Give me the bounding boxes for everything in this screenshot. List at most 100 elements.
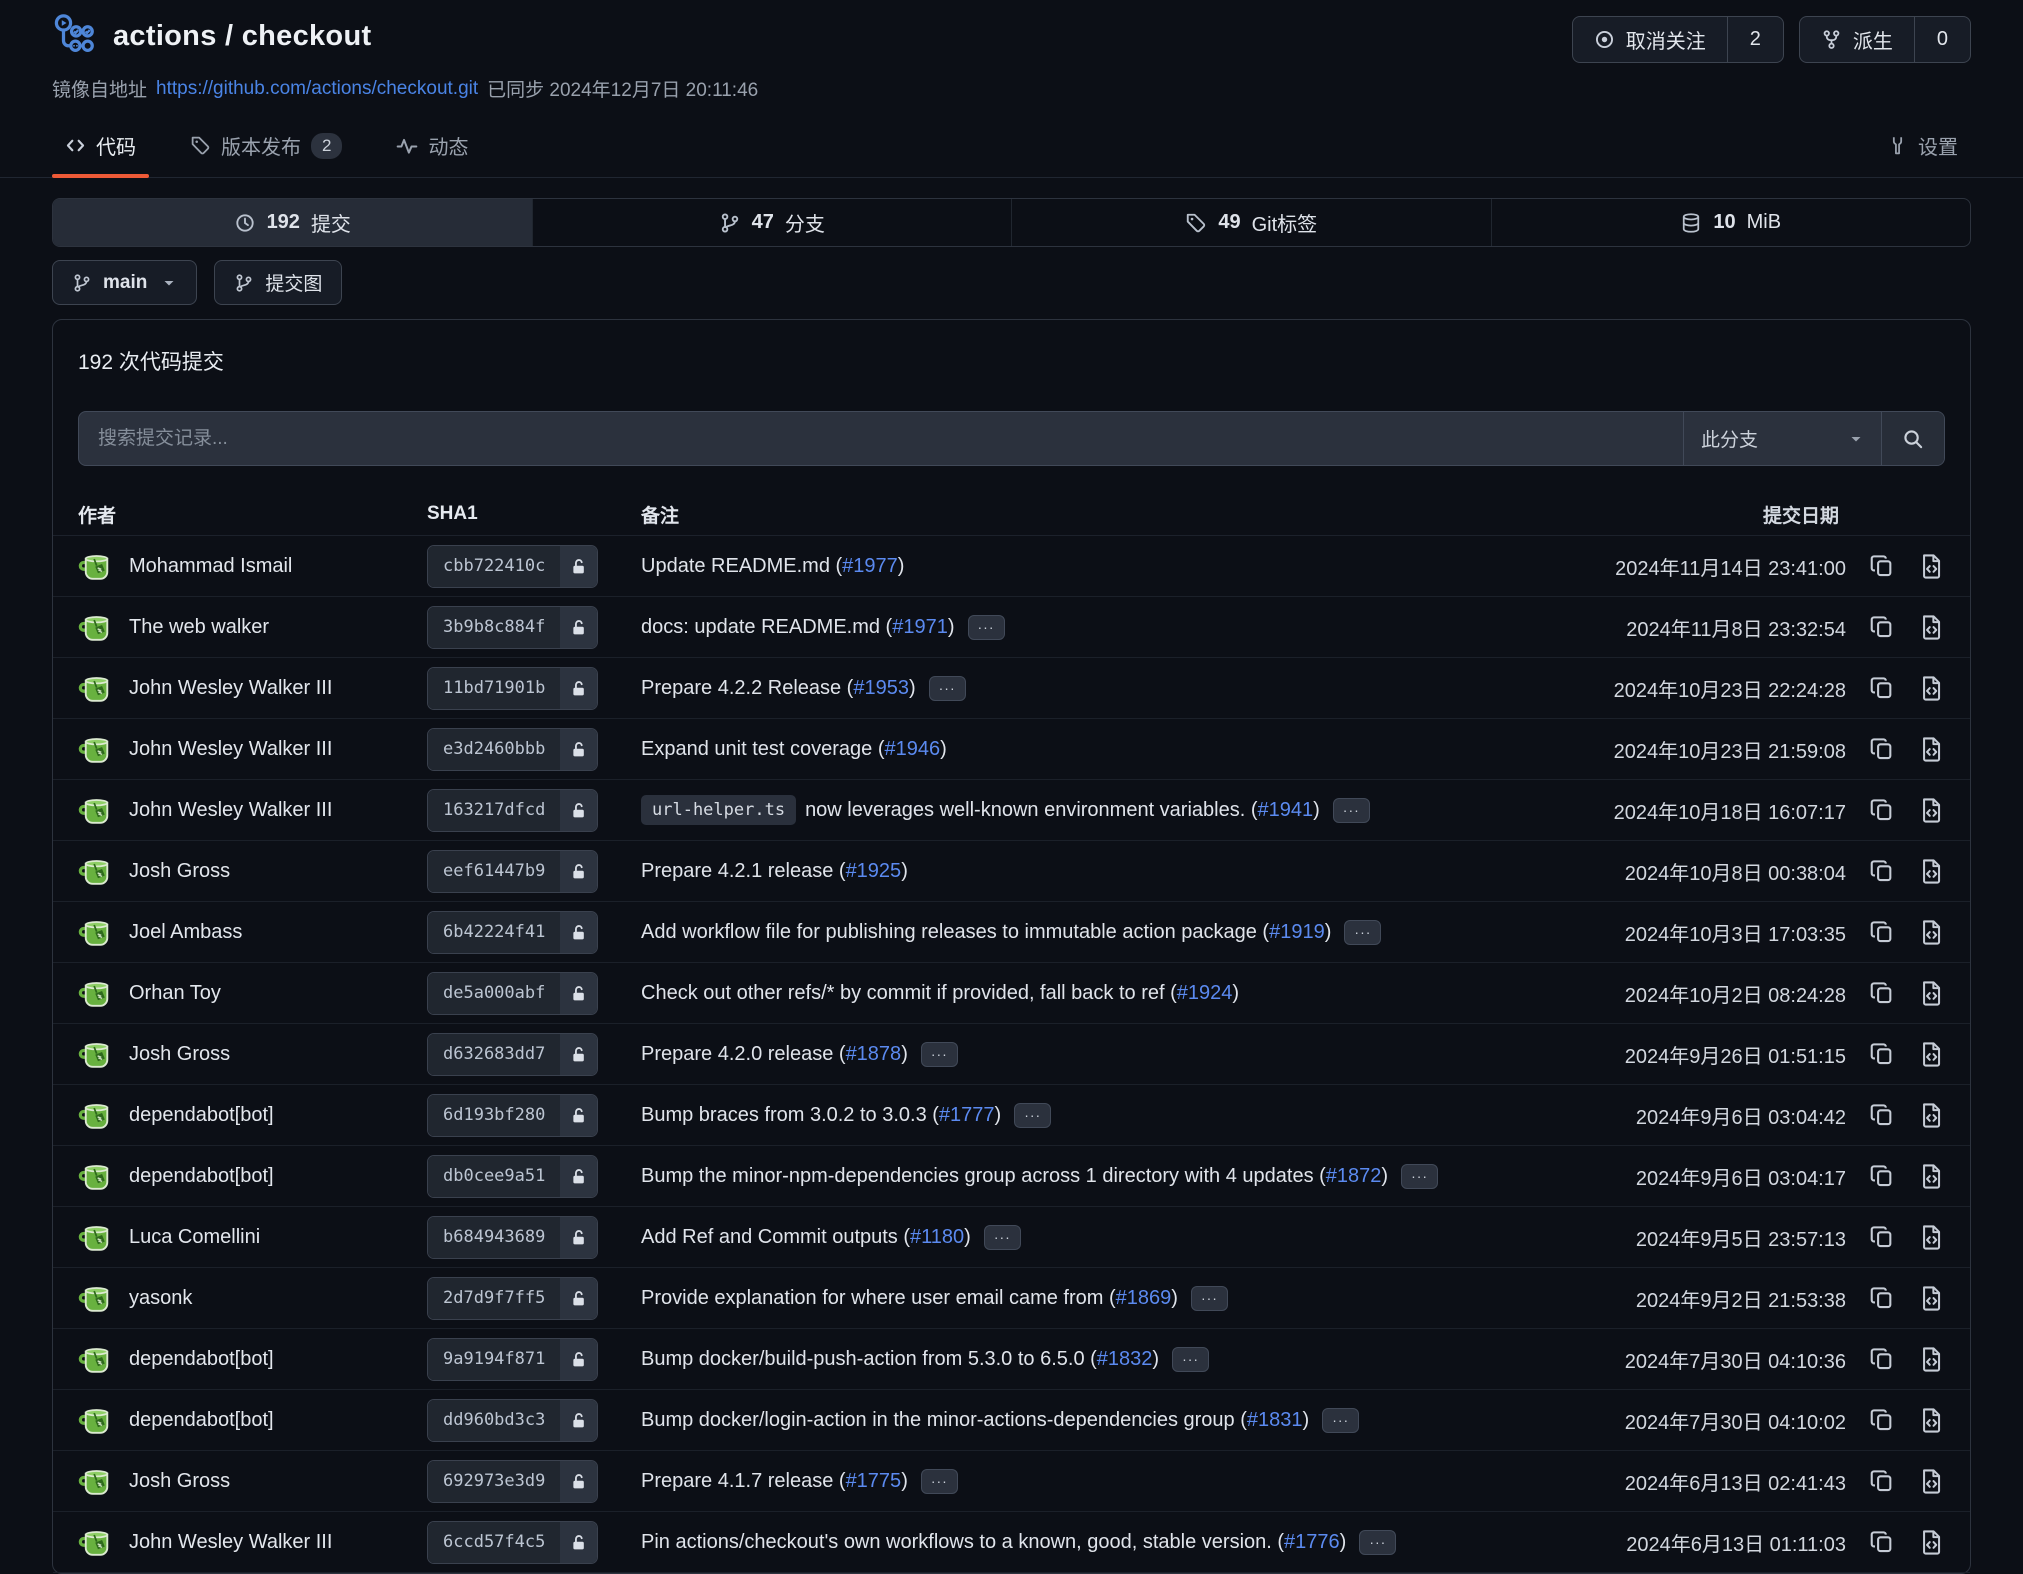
commit-sha-badge[interactable]: e3d2460bbb (427, 728, 598, 771)
expand-commit-body-button[interactable]: ··· (984, 1225, 1021, 1250)
expand-commit-body-button[interactable]: ··· (1191, 1286, 1228, 1311)
commit-sha-badge[interactable]: dd960bd3c3 (427, 1399, 598, 1442)
copy-sha-button[interactable] (1869, 1529, 1895, 1555)
view-files-at-commit-button[interactable] (1918, 1041, 1945, 1068)
watch-count[interactable]: 2 (1727, 17, 1783, 62)
tab-code[interactable]: 代码 (52, 116, 149, 177)
commit-sha-badge[interactable]: 692973e3d9 (427, 1460, 598, 1503)
unwatch-button[interactable]: 取消关注 (1573, 17, 1727, 62)
view-files-at-commit-button[interactable] (1918, 1285, 1945, 1312)
view-files-at-commit-button[interactable] (1918, 553, 1945, 580)
commit-sha-badge[interactable]: 6ccd57f4c5 (427, 1521, 598, 1564)
commit-sha-badge[interactable]: db0cee9a51 (427, 1155, 598, 1198)
commit-sha-badge[interactable]: de5a000abf (427, 972, 598, 1015)
issue-ref-link[interactable]: #1775 (846, 1470, 902, 1493)
copy-sha-button[interactable] (1869, 1224, 1895, 1250)
copy-sha-button[interactable] (1869, 553, 1895, 579)
fork-button[interactable]: 派生 (1800, 17, 1914, 62)
commit-sha-badge[interactable]: cbb722410c (427, 545, 598, 588)
view-files-at-commit-button[interactable] (1918, 919, 1945, 946)
commit-sha-badge[interactable]: b684943689 (427, 1216, 598, 1259)
stat-commits[interactable]: 192 提交 (53, 199, 533, 246)
copy-sha-button[interactable] (1869, 919, 1895, 945)
view-files-at-commit-button[interactable] (1918, 1468, 1945, 1495)
commit-sha-badge[interactable]: d632683dd7 (427, 1033, 598, 1076)
branch-selector[interactable]: main (52, 260, 197, 305)
commit-sha-badge[interactable]: 11bd71901b (427, 667, 598, 710)
view-files-at-commit-button[interactable] (1918, 1102, 1945, 1129)
issue-ref-link[interactable]: #1831 (1247, 1409, 1303, 1432)
issue-ref-link[interactable]: #1832 (1097, 1348, 1153, 1371)
expand-commit-body-button[interactable]: ··· (1344, 920, 1381, 945)
view-files-at-commit-button[interactable] (1918, 1407, 1945, 1434)
copy-sha-button[interactable] (1869, 858, 1895, 884)
expand-commit-body-button[interactable]: ··· (929, 676, 966, 701)
copy-sha-button[interactable] (1869, 1346, 1895, 1372)
copy-sha-button[interactable] (1869, 980, 1895, 1006)
tab-releases[interactable]: 版本发布 2 (177, 116, 355, 177)
issue-ref-link[interactable]: #1941 (1258, 799, 1314, 822)
commit-sha-badge[interactable]: 3b9b8c884f (427, 606, 598, 649)
view-files-at-commit-button[interactable] (1918, 1529, 1945, 1556)
copy-sha-button[interactable] (1869, 675, 1895, 701)
issue-ref-link[interactable]: #1924 (1177, 982, 1233, 1005)
issue-ref-link[interactable]: #1925 (846, 860, 902, 883)
copy-sha-button[interactable] (1869, 1285, 1895, 1311)
commit-search-input[interactable] (79, 412, 1683, 465)
copy-sha-button[interactable] (1869, 797, 1895, 823)
view-files-at-commit-button[interactable] (1918, 980, 1945, 1007)
branch-filter-select[interactable]: 此分支 (1683, 412, 1881, 465)
issue-ref-link[interactable]: #1180 (910, 1226, 964, 1249)
view-files-at-commit-button[interactable] (1918, 675, 1945, 702)
expand-commit-body-button[interactable]: ··· (968, 615, 1005, 640)
copy-sha-button[interactable] (1869, 1102, 1895, 1128)
issue-ref-link[interactable]: #1919 (1269, 921, 1325, 944)
view-files-at-commit-button[interactable] (1918, 858, 1945, 885)
expand-commit-body-button[interactable]: ··· (1322, 1408, 1359, 1433)
copy-sha-button[interactable] (1869, 1468, 1895, 1494)
issue-ref-link[interactable]: #1872 (1326, 1165, 1382, 1188)
copy-sha-button[interactable] (1869, 1163, 1895, 1189)
commit-sha-badge[interactable]: 163217dfcd (427, 789, 598, 832)
issue-ref-link[interactable]: #1777 (939, 1104, 995, 1127)
fork-count[interactable]: 0 (1914, 17, 1970, 62)
stat-size[interactable]: 10 MiB (1492, 199, 1971, 246)
commit-graph-button[interactable]: 提交图 (214, 260, 342, 305)
expand-commit-body-button[interactable]: ··· (1172, 1347, 1209, 1372)
commit-sha-badge[interactable]: 9a9194f871 (427, 1338, 598, 1381)
issue-ref-link[interactable]: #1946 (884, 738, 940, 761)
expand-commit-body-button[interactable]: ··· (1401, 1164, 1438, 1189)
view-files-at-commit-button[interactable] (1918, 614, 1945, 641)
issue-ref-link[interactable]: #1977 (842, 555, 898, 578)
commit-sha-badge[interactable]: 2d7d9f7ff5 (427, 1277, 598, 1320)
view-files-at-commit-button[interactable] (1918, 1163, 1945, 1190)
expand-commit-body-button[interactable]: ··· (1014, 1103, 1051, 1128)
view-files-at-commit-button[interactable] (1918, 1346, 1945, 1373)
commit-sha-badge[interactable]: eef61447b9 (427, 850, 598, 893)
mirror-url-link[interactable]: https://github.com/actions/checkout.git (156, 78, 478, 100)
commit-sha-badge[interactable]: 6b42224f41 (427, 911, 598, 954)
tab-activity[interactable]: 动态 (383, 116, 481, 177)
copy-sha-button[interactable] (1869, 736, 1895, 762)
expand-commit-body-button[interactable]: ··· (921, 1469, 958, 1494)
issue-ref-link[interactable]: #1971 (892, 616, 948, 639)
issue-ref-link[interactable]: #1953 (853, 677, 909, 700)
commit-date: 2024年11月14日 23:41:00 (1615, 552, 1846, 581)
issue-ref-link[interactable]: #1878 (846, 1043, 902, 1066)
copy-sha-button[interactable] (1869, 614, 1895, 640)
tab-settings[interactable]: 设置 (1874, 116, 1971, 177)
issue-ref-link[interactable]: #1776 (1284, 1531, 1340, 1554)
copy-sha-button[interactable] (1869, 1041, 1895, 1067)
view-files-at-commit-button[interactable] (1918, 797, 1945, 824)
copy-sha-button[interactable] (1869, 1407, 1895, 1433)
stat-tags[interactable]: 49 Git标签 (1012, 199, 1492, 246)
view-files-at-commit-button[interactable] (1918, 736, 1945, 763)
issue-ref-link[interactable]: #1869 (1116, 1287, 1172, 1310)
expand-commit-body-button[interactable]: ··· (1359, 1530, 1396, 1555)
stat-branches[interactable]: 47 分支 (533, 199, 1013, 246)
expand-commit-body-button[interactable]: ··· (1333, 798, 1370, 823)
commit-sha-badge[interactable]: 6d193bf280 (427, 1094, 598, 1137)
expand-commit-body-button[interactable]: ··· (921, 1042, 958, 1067)
view-files-at-commit-button[interactable] (1918, 1224, 1945, 1251)
commit-search-button[interactable] (1881, 412, 1944, 465)
